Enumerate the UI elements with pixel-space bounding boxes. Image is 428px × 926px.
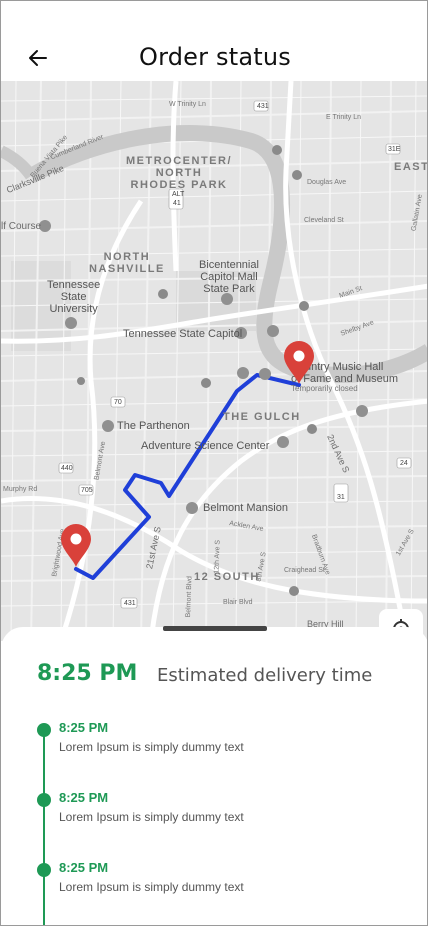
highway-label: 70 [114,399,122,406]
map-pin-icon[interactable] [59,523,93,567]
map-label-street: W Trinity Ln [169,101,206,108]
highway-label: 41 [173,200,181,207]
header: Order status [1,1,427,81]
highway-label: 31 [337,494,345,501]
timeline-dot [37,863,51,877]
highway-label: 705 [81,487,93,494]
map-label-area: EAST N [394,161,428,173]
map-label-street: Blair Blvd [223,599,253,606]
map-label-status: Temporarily closed [291,384,358,393]
timeline-item: 8:25 PM Lorem Ipsum is simply dummy text [1,789,427,833]
map-label-area: 12 SOUTH [194,571,260,583]
timeline-dot [37,793,51,807]
timeline-item: 8:25 PM Lorem Ipsum is simply dummy text [1,719,427,763]
highway-label: ALT [172,191,185,198]
eta-label: Estimated delivery time [157,665,373,686]
map-label-street: Douglas Ave [307,179,347,186]
eta-time: 8:25 PM [37,661,138,686]
map-label-street: Cleveland St [304,217,344,224]
page-title: Order status [139,43,291,71]
highway-label: 31E [388,146,401,153]
map-label-poi: Tennessee State Capitol [123,328,243,340]
map-pin-icon[interactable] [282,340,316,384]
app-frame: Order status Cumberland River Buena Vist… [0,0,428,926]
highway-label: 431 [124,600,136,607]
map-label-street: Belmont Blvd [185,576,194,618]
highway-label: 440 [61,465,73,472]
highway-label: 431 [257,103,269,110]
map-label-street: Murphy Rd [3,486,38,493]
map-label-poi: The Parthenon [117,420,190,432]
map-label-poi: lf Course [1,221,42,232]
map-label-poi: Belmont Mansion [203,502,288,514]
map-label-poi: Tennessee State University [47,279,101,316]
drag-handle[interactable] [163,626,267,631]
map-label-area: METROCENTER/ NORTH RHODES PARK [126,155,232,192]
timeline-dot [37,723,51,737]
timeline-time: 8:25 PM [59,860,109,875]
map-label-street: E Trinity Ln [326,114,362,121]
timeline-text: Lorem Ipsum is simply dummy text [59,880,244,894]
map-label-area: NORTH NASHVILLE [89,251,165,276]
delivery-sheet: 8:25 PM Estimated delivery time 8:25 PM … [1,626,427,925]
map-label-area: THE GULCH [223,411,301,423]
map-view[interactable]: Cumberland River Buena Vista Pike Clarks… [1,81,428,641]
map-label-poi: Adventure Science Center [141,440,270,452]
timeline-time: 8:25 PM [59,790,109,805]
map-label-street: 12th Ave S [213,539,222,574]
highway-label: 24 [400,460,408,467]
timeline-text: Lorem Ipsum is simply dummy text [59,810,244,824]
timeline-time: 8:25 PM [59,720,109,735]
map-label-poi: Bicentennial Capitol Mall State Park [199,259,259,296]
map-label-street: Craighead St [284,567,325,574]
timeline-item: 8:25 PM Lorem Ipsum is simply dummy text [1,859,427,903]
timeline-text: Lorem Ipsum is simply dummy text [59,740,244,754]
